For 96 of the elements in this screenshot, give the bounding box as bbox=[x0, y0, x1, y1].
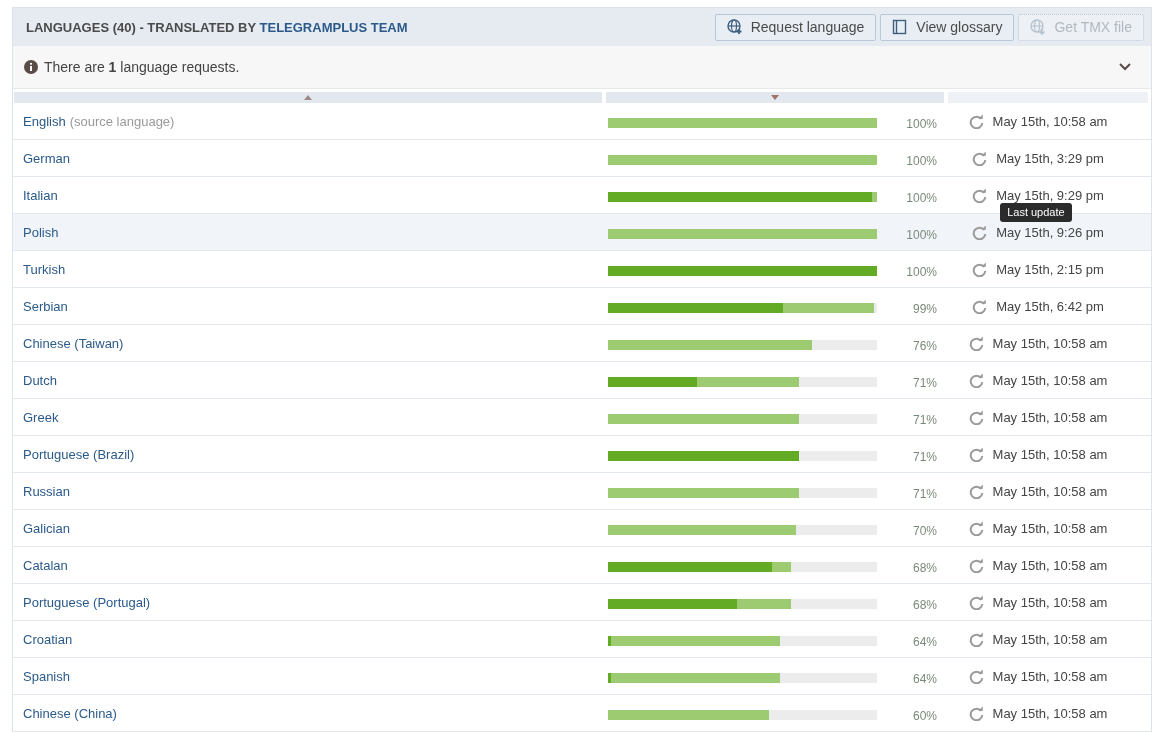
update-date: May 15th, 10:58 am bbox=[992, 557, 1108, 573]
language-link[interactable]: Catalan bbox=[23, 557, 68, 573]
refresh-icon bbox=[968, 557, 984, 573]
percent-text: 100% bbox=[905, 265, 937, 279]
percent-text: 60% bbox=[911, 709, 937, 723]
update-date: May 15th, 10:58 am bbox=[992, 409, 1108, 425]
update-date: May 15th, 10:58 am bbox=[992, 520, 1108, 536]
update-date: May 15th, 10:58 am bbox=[992, 113, 1108, 129]
refresh-icon bbox=[972, 187, 988, 203]
percent-text: 64% bbox=[911, 635, 937, 649]
language-note: (source language) bbox=[69, 113, 175, 129]
refresh-icon bbox=[972, 150, 988, 166]
percent-text: 100% bbox=[905, 154, 937, 168]
language-link[interactable]: Galician bbox=[23, 520, 70, 536]
update-date: May 15th, 10:58 am bbox=[992, 335, 1108, 351]
column-header[interactable] bbox=[606, 92, 944, 103]
refresh-icon bbox=[968, 668, 984, 684]
language-link[interactable]: Russian bbox=[23, 483, 70, 499]
percent-text: 71% bbox=[911, 450, 937, 464]
globe-download-icon bbox=[1030, 19, 1047, 35]
percent-text: 64% bbox=[911, 672, 937, 686]
language-link[interactable]: Turkish bbox=[23, 261, 66, 277]
table-row[interactable]: Croatian 64% May 15th, 10:58 am bbox=[13, 621, 1151, 658]
toolbar-button[interactable]: Request language bbox=[714, 13, 877, 41]
language-link[interactable]: English bbox=[23, 113, 66, 129]
update-date: May 15th, 10:58 am bbox=[992, 594, 1108, 610]
language-link[interactable]: Chinese (China) bbox=[23, 705, 117, 721]
update-date: May 15th, 10:58 am bbox=[992, 705, 1108, 721]
table-row[interactable]: Spanish 64% May 15th, 10:58 am bbox=[13, 658, 1151, 695]
language-link[interactable]: Spanish bbox=[23, 668, 70, 684]
language-link[interactable]: Portuguese (Brazil) bbox=[23, 446, 135, 462]
percent-text: 99% bbox=[911, 302, 937, 316]
table-row[interactable]: German 100% May 15th, 3:29 pm bbox=[13, 140, 1151, 177]
table-row[interactable]: Chinese (China) 60% May 15th, 10:58 am bbox=[13, 695, 1151, 732]
update-date: May 15th, 10:58 am bbox=[992, 668, 1108, 684]
table-row[interactable]: Turkish 100% May 15th, 2:15 pm bbox=[13, 251, 1151, 288]
percent-text: 70% bbox=[911, 524, 937, 538]
table-row[interactable]: Portuguese (Portugal) 68% May 15th, 10:58 am bbox=[13, 584, 1151, 621]
refresh-icon bbox=[972, 298, 988, 314]
toolbar-button[interactable]: View glossary bbox=[880, 13, 1015, 41]
table-row[interactable]: Dutch 71% May 15th, 10:58 am bbox=[13, 362, 1151, 399]
tooltip: Last update bbox=[1000, 202, 1072, 222]
percent-text: 71% bbox=[911, 487, 937, 501]
table-row[interactable]: Greek 71% May 15th, 10:58 am bbox=[13, 399, 1151, 436]
update-date: May 15th, 10:58 am bbox=[992, 372, 1108, 388]
update-date: May 15th, 10:58 am bbox=[992, 446, 1108, 462]
language-link[interactable]: Italian bbox=[23, 187, 58, 203]
panel-title: LANGUAGES (40) - TRANSLATED BY TELEGRAMPLUS TEAM bbox=[26, 19, 408, 35]
notice-text: There are 1 language requests. bbox=[44, 59, 241, 75]
percent-text: 68% bbox=[911, 598, 937, 612]
column-header[interactable] bbox=[14, 92, 602, 103]
percent-text: 68% bbox=[911, 561, 937, 575]
refresh-icon bbox=[968, 113, 984, 129]
refresh-icon bbox=[968, 520, 984, 536]
refresh-icon bbox=[968, 335, 984, 351]
percent-text: 71% bbox=[911, 413, 937, 427]
refresh-icon bbox=[972, 224, 988, 240]
percent-text: 100% bbox=[905, 117, 937, 131]
percent-text: 100% bbox=[905, 228, 937, 242]
language-link[interactable]: Greek bbox=[23, 409, 59, 425]
info-icon bbox=[24, 60, 38, 74]
table-row[interactable]: Chinese (Taiwan) 76% May 15th, 10:58 am bbox=[13, 325, 1151, 362]
refresh-icon bbox=[968, 631, 984, 647]
update-date: May 15th, 3:29 pm bbox=[996, 150, 1104, 166]
table-row[interactable]: Serbian 99% May 15th, 6:42 pm bbox=[13, 288, 1151, 325]
language-link[interactable]: German bbox=[23, 150, 70, 166]
refresh-icon bbox=[972, 261, 988, 277]
language-link[interactable]: Chinese (Taiwan) bbox=[23, 335, 124, 351]
table-row[interactable]: English (source language) 100% May 15th, 10:58 am bbox=[13, 103, 1151, 140]
percent-text: 76% bbox=[911, 339, 937, 353]
refresh-icon bbox=[968, 705, 984, 721]
book-icon bbox=[892, 19, 909, 35]
refresh-icon bbox=[968, 483, 984, 499]
chevron-down-icon[interactable] bbox=[1119, 63, 1131, 71]
percent-text: 100% bbox=[905, 191, 937, 205]
language-link[interactable]: Portuguese (Portugal) bbox=[23, 594, 151, 610]
table-row[interactable]: Russian 71% May 15th, 10:58 am bbox=[13, 473, 1151, 510]
table-row[interactable]: Portuguese (Brazil) 71% May 15th, 10:58 am bbox=[13, 436, 1151, 473]
language-link[interactable]: Serbian bbox=[23, 298, 68, 314]
refresh-icon bbox=[968, 594, 984, 610]
refresh-icon bbox=[968, 409, 984, 425]
globe-plus-icon bbox=[726, 19, 743, 35]
update-date: May 15th, 2:15 pm bbox=[996, 261, 1104, 277]
percent-text: 71% bbox=[911, 376, 937, 390]
language-link[interactable]: Dutch bbox=[23, 372, 57, 388]
update-date: May 15th, 10:58 am bbox=[992, 631, 1108, 647]
refresh-icon bbox=[968, 446, 984, 462]
update-date: May 15th, 6:42 pm bbox=[996, 298, 1104, 314]
language-link[interactable]: Polish bbox=[23, 224, 59, 240]
refresh-icon bbox=[968, 372, 984, 388]
update-date: May 15th, 9:29 pm bbox=[996, 187, 1104, 203]
table-row[interactable]: Catalan 68% May 15th, 10:58 am bbox=[13, 547, 1151, 584]
language-link[interactable]: Croatian bbox=[23, 631, 73, 647]
table-row[interactable]: Galician 70% May 15th, 10:58 am bbox=[13, 510, 1151, 547]
update-date: May 15th, 9:26 pm bbox=[996, 224, 1104, 240]
update-date: May 15th, 10:58 am bbox=[992, 483, 1108, 499]
